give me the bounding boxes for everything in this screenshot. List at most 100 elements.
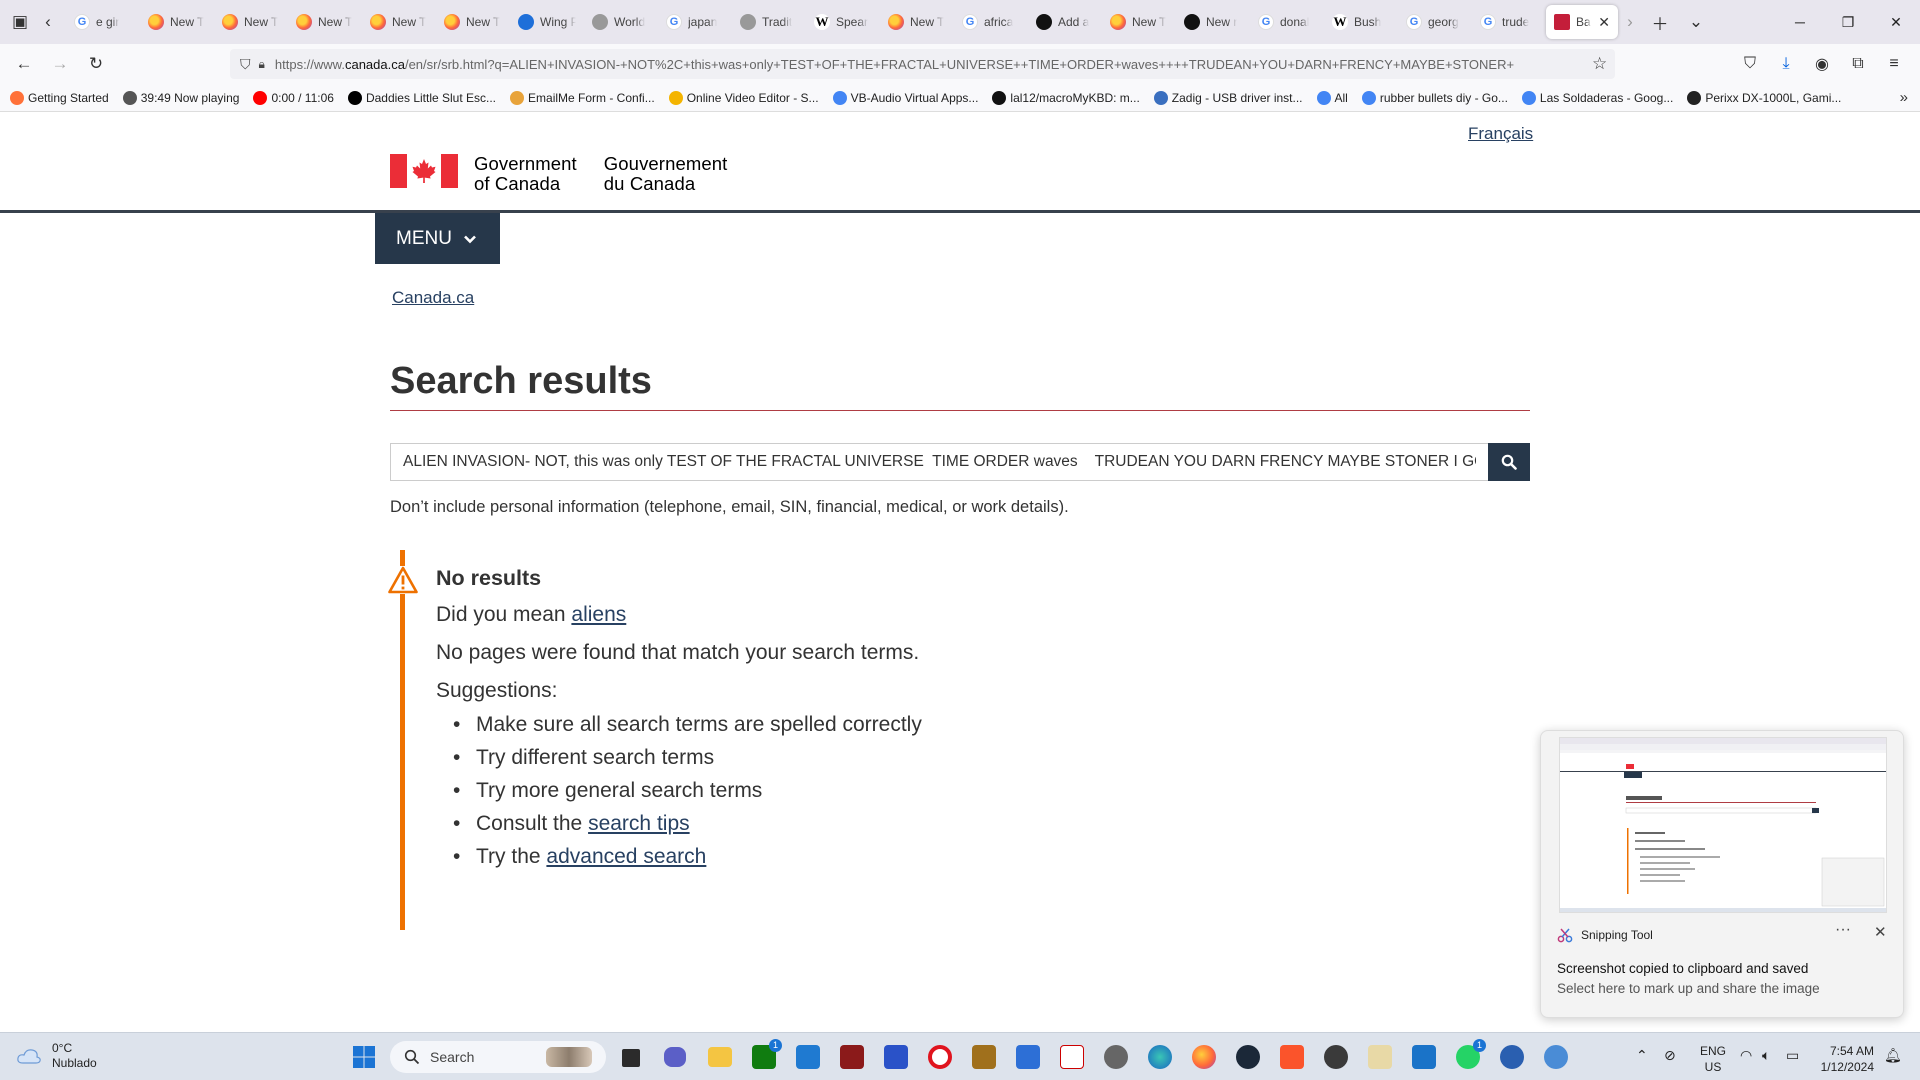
breadcrumb-canada-link[interactable]: Canada.ca — [392, 288, 474, 308]
account-icon[interactable]: ◉ — [1804, 54, 1840, 74]
list-all-tabs-button[interactable]: ⌄ — [1678, 4, 1714, 40]
browser-tab[interactable]: Gafrica — [954, 5, 1028, 39]
weather-widget[interactable]: 0°C Nublado — [16, 1041, 97, 1071]
browser-tab[interactable]: New T — [362, 5, 436, 39]
lock-icon[interactable]: 🔒︎ — [259, 57, 265, 72]
azure-studio-icon[interactable] — [1016, 1045, 1040, 1069]
browser-tab[interactable]: World — [584, 5, 658, 39]
downloads-icon[interactable]: ⤓ — [1768, 55, 1804, 73]
menu-button[interactable]: MENU — [375, 213, 500, 264]
bookmark-item[interactable]: Getting Started — [10, 90, 109, 105]
browser-tab[interactable]: W Spear — [806, 5, 880, 39]
bookmark-item[interactable]: lal12/macroMyKBD: m... — [992, 90, 1140, 105]
bookmark-item[interactable]: EmailMe Form - Confi... — [510, 90, 655, 105]
disk-app-icon[interactable] — [1104, 1045, 1128, 1069]
volume-icon[interactable]: 🔈︎ — [1762, 1047, 1770, 1064]
notification-bell-icon[interactable]: 🔔︎ — [1884, 1047, 1902, 1064]
wifi-icon[interactable]: ◠ — [1740, 1047, 1752, 1064]
game-app-icon[interactable] — [972, 1045, 996, 1069]
browser-tab[interactable]: Ge gir — [66, 5, 140, 39]
tracking-protection-icon[interactable]: ⛉ — [240, 56, 251, 73]
browser-tab[interactable]: New T — [214, 5, 288, 39]
url-bar[interactable]: ⛉ 🔒︎ https://www. canada.ca/en/sr/srb.htm… — [230, 49, 1615, 79]
input-language-indicator[interactable]: ENG US — [1696, 1043, 1730, 1075]
network-off-icon[interactable]: ⊘ — [1664, 1047, 1676, 1064]
more-bookmarks-icon[interactable]: » — [1900, 89, 1908, 106]
bookmark-item[interactable]: Online Video Editor - S... — [668, 90, 819, 105]
bookmark-item[interactable]: All — [1316, 90, 1348, 105]
close-icon[interactable]: ✕ — [1874, 923, 1887, 941]
bookmark-item[interactable]: rubber bullets diy - Go... — [1361, 90, 1508, 105]
extensions-icon[interactable]: ⧉ — [1840, 55, 1876, 73]
snipping-tool-notification[interactable]: Snipping Tool ··· ✕ Screenshot copied to… — [1540, 730, 1904, 1018]
firefox-icon[interactable] — [1192, 1045, 1216, 1069]
browser-tab[interactable]: Add a — [1028, 5, 1102, 39]
browser-tab[interactable]: W Bush — [1324, 5, 1398, 39]
close-tab-icon[interactable]: ✕ — [1598, 14, 1610, 31]
edge-icon[interactable] — [1148, 1045, 1172, 1069]
start-button[interactable] — [352, 1045, 376, 1069]
nch-app-icon[interactable] — [1060, 1045, 1084, 1069]
browser-tab[interactable]: New T — [1102, 5, 1176, 39]
screenshot-thumbnail[interactable] — [1559, 737, 1887, 913]
bookmark-item[interactable]: 0:00 / 11:06 — [253, 90, 334, 105]
forward-button[interactable]: → — [42, 46, 78, 82]
browser-tab[interactable]: New T — [140, 5, 214, 39]
taskbar-search-box[interactable]: Search — [390, 1041, 606, 1073]
bookmark-item[interactable]: VB-Audio Virtual Apps... — [832, 90, 978, 105]
opera-icon[interactable] — [928, 1045, 952, 1069]
bookmark-star-icon[interactable]: ☆ — [1592, 54, 1607, 74]
did-you-mean-link[interactable]: aliens — [571, 603, 626, 626]
fox-app-icon[interactable] — [1324, 1045, 1348, 1069]
active-browser-tab[interactable]: Ba ✕ — [1546, 5, 1618, 39]
chevron-up-icon[interactable]: ⌃ — [1636, 1047, 1648, 1064]
search-tips-link[interactable]: search tips — [588, 812, 690, 835]
affinity-icon[interactable] — [884, 1045, 908, 1069]
back-button[interactable]: ← — [6, 46, 42, 82]
search-button[interactable] — [1488, 443, 1530, 481]
task-view-icon[interactable] — [622, 1049, 640, 1067]
bookmark-item[interactable]: Daddies Little Slut Esc... — [347, 90, 496, 105]
browser-tab[interactable]: New T — [436, 5, 510, 39]
vpn-app-icon[interactable] — [1500, 1045, 1524, 1069]
tab-scroll-left-icon[interactable]: ‹ — [38, 4, 58, 40]
bookmark-item[interactable]: Zadig - USB driver inst... — [1153, 90, 1303, 105]
bookmark-item[interactable]: Perixx DX-1000L, Gami... — [1687, 90, 1841, 105]
browser-tab[interactable]: New T — [288, 5, 362, 39]
bookmark-item[interactable]: 39:49 Now playing — [122, 90, 239, 105]
new-tab-button[interactable]: ＋ — [1642, 4, 1678, 40]
chat-icon[interactable] — [664, 1047, 686, 1067]
gc-signature-logo[interactable]: Government of Canada Gouvernement du Can… — [390, 154, 727, 194]
notes-app-icon[interactable] — [1412, 1045, 1436, 1069]
close-window-button[interactable]: ✕ — [1872, 0, 1920, 44]
browser-tab[interactable]: Gdonal — [1250, 5, 1324, 39]
reload-button[interactable]: ↻ — [78, 46, 114, 82]
browser-tab[interactable]: Tradit — [732, 5, 806, 39]
browser-tab[interactable]: New T — [880, 5, 954, 39]
minimize-button[interactable]: ─ — [1776, 0, 1824, 44]
red-app-icon[interactable] — [840, 1045, 864, 1069]
file-explorer-icon[interactable] — [708, 1047, 732, 1067]
browser-tab[interactable]: Wing PLAYING — [510, 5, 584, 39]
pocket-icon[interactable]: ⛉ — [1732, 55, 1768, 73]
browser-tab[interactable]: Gtrude — [1472, 5, 1546, 39]
clock[interactable]: 7:54 AM 1/12/2024 — [1812, 1043, 1874, 1075]
advanced-search-link[interactable]: advanced search — [546, 845, 706, 868]
browser-tab[interactable]: New r — [1176, 5, 1250, 39]
brave-icon[interactable] — [1280, 1045, 1304, 1069]
restore-button[interactable]: ❐ — [1824, 0, 1872, 44]
qbittorrent-icon[interactable] — [1544, 1045, 1568, 1069]
steam-icon[interactable] — [1236, 1045, 1260, 1069]
tab-scroll-right-icon[interactable]: › — [1618, 4, 1642, 40]
language-toggle-link[interactable]: Français — [1468, 124, 1533, 144]
browser-tab[interactable]: Ggeorg — [1398, 5, 1472, 39]
tab-list-icon[interactable]: ▣ — [2, 4, 38, 40]
xbox-icon[interactable]: 1 — [752, 1039, 782, 1069]
browser-tab[interactable]: Gjapan — [658, 5, 732, 39]
bookmark-item[interactable]: Las Soldaderas - Goog... — [1521, 90, 1673, 105]
notepad-icon[interactable] — [1368, 1045, 1392, 1069]
battery-icon[interactable]: ▭ — [1786, 1047, 1799, 1064]
search-input[interactable] — [390, 443, 1488, 481]
store-icon[interactable] — [796, 1045, 820, 1069]
app-menu-icon[interactable]: ≡ — [1876, 55, 1912, 73]
